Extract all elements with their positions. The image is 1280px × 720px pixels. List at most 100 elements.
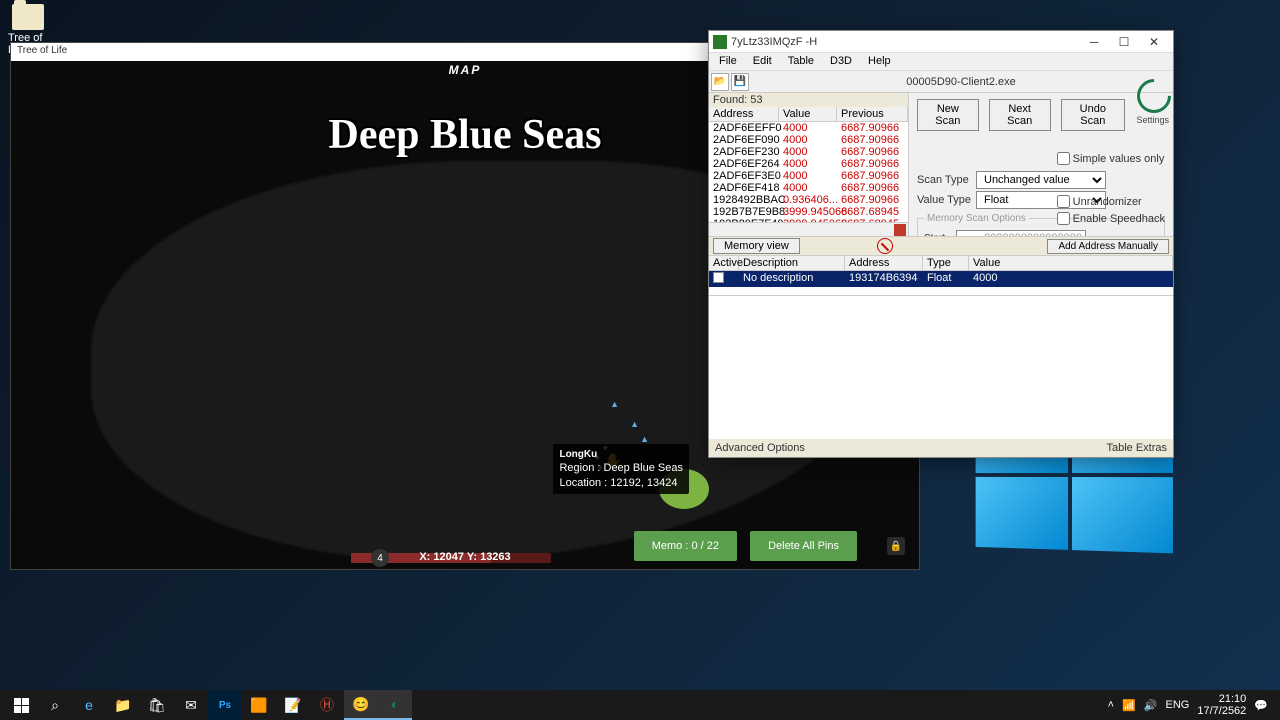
search-button[interactable]: ⌕ <box>38 690 72 720</box>
start-input[interactable] <box>956 230 1086 236</box>
add-address-button[interactable]: Add Address Manually <box>1047 239 1169 254</box>
tray-date: 17/7/2562 <box>1197 705 1246 717</box>
speedhack-label: Enable Speedhack <box>1073 213 1165 225</box>
titlebar[interactable]: 7yLtz33IMQzF -H ─ ☐ ✕ <box>709 31 1173 53</box>
tray-chevron-icon[interactable]: ˄ <box>1108 699 1114 711</box>
mid-toolbar: Memory view Add Address Manually <box>709 236 1173 256</box>
window-title: 7yLtz33IMQzF -H <box>731 36 1079 48</box>
address-table[interactable]: Active Description Address Type Value No… <box>709 256 1173 296</box>
row-address: 193174B6394 <box>845 271 923 287</box>
result-row[interactable]: 1928492BBAC0.936406...6687.90966 <box>709 194 908 206</box>
windows-icon <box>14 698 29 713</box>
taskbar-app2[interactable]: Ⓗ <box>310 690 344 720</box>
taskbar-explorer[interactable]: 📁 <box>106 690 140 720</box>
tray-notifications[interactable]: 💬 <box>1254 699 1268 712</box>
folder-icon <box>12 4 44 30</box>
unrandomizer-checkbox[interactable] <box>1057 195 1070 208</box>
active-checkbox[interactable] <box>713 272 724 283</box>
header-previous[interactable]: Previous <box>837 107 908 121</box>
map-marker-icon: ▲ <box>610 399 619 409</box>
player-name: LongKu <box>559 448 683 461</box>
header-value[interactable]: Value <box>779 107 837 121</box>
taskbar-notepad[interactable]: 📝 <box>276 690 310 720</box>
result-row[interactable]: 2ADF6EF26440006687.90966 <box>709 158 908 170</box>
result-row[interactable]: 2ADF6EF09040006687.90966 <box>709 134 908 146</box>
taskbar-edge[interactable]: e <box>72 690 106 720</box>
unrandomizer-label: Unrandomizer <box>1073 196 1142 208</box>
minimize-button[interactable]: ─ <box>1079 32 1109 52</box>
taskbar-cheatengine[interactable]: ◐ <box>378 690 412 720</box>
result-row[interactable]: 2ADF6EEFF040006687.90966 <box>709 122 908 134</box>
player-tooltip: LongKu Region : Deep Blue Seas Location … <box>553 444 689 494</box>
menu-file[interactable]: File <box>711 53 745 70</box>
map-header-label: MAP <box>449 63 482 77</box>
results-header: Address Value Previous <box>709 107 908 122</box>
scan-controls-pane: New Scan Next Scan Undo Scan Scan Type U… <box>909 93 1173 236</box>
result-row[interactable]: 2ADF6EF23040006687.90966 <box>709 146 908 158</box>
app-icon <box>713 35 727 49</box>
process-name: 00005D90-Client2.exe <box>751 76 1171 88</box>
menu-table[interactable]: Table <box>780 53 822 70</box>
simple-values-label: Simple values only <box>1073 153 1165 165</box>
lock-icon[interactable]: 🔒 <box>887 537 905 555</box>
delete-pins-button[interactable]: Delete All Pins <box>750 531 857 561</box>
tray-network-icon[interactable]: 📶 <box>1122 699 1136 712</box>
player-location: Location : 12192, 13424 <box>559 476 683 490</box>
save-button[interactable]: 💾 <box>731 73 749 91</box>
scan-type-label: Scan Type <box>917 174 972 186</box>
header-description[interactable]: Description <box>739 256 845 270</box>
new-scan-button[interactable]: New Scan <box>917 99 979 131</box>
taskbar-app3[interactable]: 😊 <box>344 690 378 720</box>
memory-view-button[interactable]: Memory view <box>713 238 800 254</box>
taskbar-store[interactable]: 🛍 <box>140 690 174 720</box>
maximize-button[interactable]: ☐ <box>1109 32 1139 52</box>
header-addr[interactable]: Address <box>845 256 923 270</box>
tray-time: 21:10 <box>1197 693 1246 705</box>
tray-clock[interactable]: 21:10 17/7/2562 <box>1197 693 1246 717</box>
tray-volume-icon[interactable]: 🔊 <box>1144 699 1158 712</box>
row-description: No description <box>739 271 845 287</box>
result-row[interactable]: 2ADF6EF3E040006687.90966 <box>709 170 908 182</box>
taskbar-app1[interactable]: 🟧 <box>242 690 276 720</box>
result-row[interactable]: 2ADF6EF41840006687.90966 <box>709 182 908 194</box>
start-button[interactable] <box>4 690 38 720</box>
header-type[interactable]: Type <box>923 256 969 270</box>
menubar: File Edit Table D3D Help <box>709 53 1173 71</box>
results-list[interactable]: Address Value Previous 2ADF6EEFF04000668… <box>709 107 908 236</box>
mem-opts-legend: Memory Scan Options <box>924 213 1029 224</box>
scrollbar[interactable] <box>709 222 908 236</box>
found-count: Found: 53 <box>709 93 908 107</box>
address-table-empty[interactable] <box>709 296 1173 439</box>
system-tray[interactable]: ˄ 📶 🔊 ENG 21:10 17/7/2562 💬 <box>1108 693 1276 717</box>
start-label: Start <box>924 233 952 237</box>
level-badge: 4 <box>371 549 389 567</box>
taskbar-mail[interactable]: ✉ <box>174 690 208 720</box>
result-row[interactable]: 192B7B7E9B83999.9450686687.68945 <box>709 206 908 218</box>
table-extras-link[interactable]: Table Extras <box>1106 442 1167 454</box>
taskbar: ⌕ e 📁 🛍 ✉ Ps 🟧 📝 Ⓗ 😊 ◐ ˄ 📶 🔊 ENG 21:10 1… <box>0 690 1280 720</box>
map-marker-icon: ▲ <box>630 419 639 429</box>
speedhack-checkbox[interactable] <box>1057 212 1070 225</box>
row-type: Float <box>923 271 969 287</box>
taskbar-photoshop[interactable]: Ps <box>208 690 242 720</box>
tray-language[interactable]: ENG <box>1166 699 1190 711</box>
next-scan-button[interactable]: Next Scan <box>989 99 1051 131</box>
header-address[interactable]: Address <box>709 107 779 121</box>
undo-scan-button[interactable]: Undo Scan <box>1061 99 1125 131</box>
results-pane: Found: 53 Address Value Previous 2ADF6EE… <box>709 93 909 236</box>
menu-help[interactable]: Help <box>860 53 899 70</box>
header-val[interactable]: Value <box>969 256 1173 270</box>
address-table-header: Active Description Address Type Value <box>709 256 1173 271</box>
memo-button[interactable]: Memo : 0 / 22 <box>634 531 737 561</box>
header-active[interactable]: Active <box>709 256 739 270</box>
advanced-options-link[interactable]: Advanced Options <box>715 442 805 454</box>
address-table-row[interactable]: No description 193174B6394 Float 4000 <box>709 271 1173 287</box>
menu-d3d[interactable]: D3D <box>822 53 860 70</box>
close-button[interactable]: ✕ <box>1139 32 1169 52</box>
simple-values-checkbox[interactable] <box>1057 152 1070 165</box>
bottom-bar: Advanced Options Table Extras <box>709 439 1173 457</box>
coordinates-display: X: 12047 Y: 13263 <box>419 551 510 563</box>
open-process-button[interactable]: 📂 <box>711 73 729 91</box>
menu-edit[interactable]: Edit <box>745 53 780 70</box>
map-marker-icon: ▲ <box>640 434 649 444</box>
